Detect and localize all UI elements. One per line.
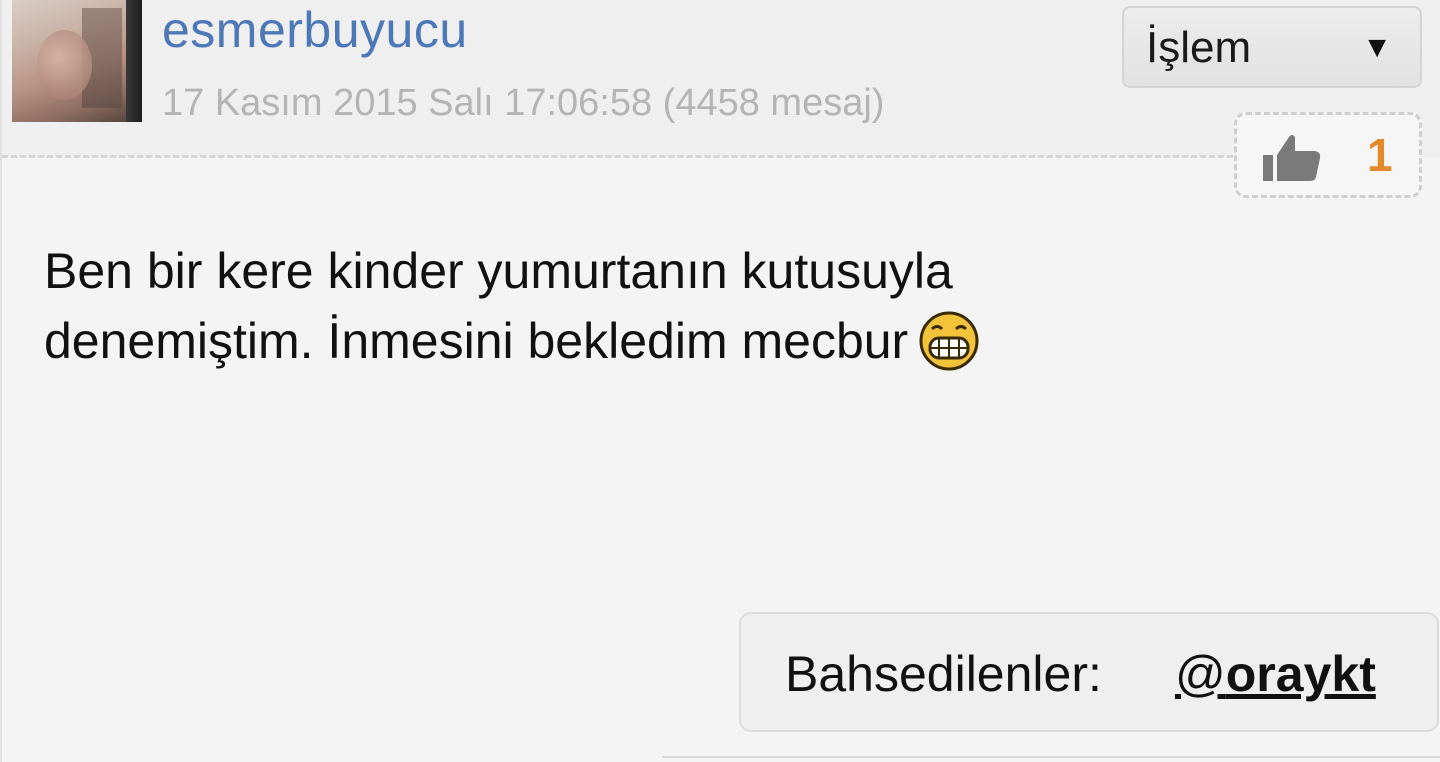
avatar-shape — [37, 30, 92, 100]
action-dropdown-label: İşlem — [1146, 23, 1252, 72]
forum-post: esmerbuyucu 17 Kasım 2015 Salı 17:06:58 … — [0, 0, 1440, 762]
avatar[interactable] — [12, 0, 142, 122]
post-body-line: denemiştim. İnmesini bekledim mecbur — [44, 306, 1244, 376]
bottom-divider — [662, 756, 1440, 762]
like-button[interactable]: 1 — [1234, 112, 1422, 198]
post-header: esmerbuyucu 17 Kasım 2015 Salı 17:06:58 … — [2, 0, 1440, 158]
mention-at: @ — [1175, 646, 1226, 702]
author-username[interactable]: esmerbuyucu — [162, 0, 468, 60]
post-body-text: denemiştim. İnmesini bekledim mecbur — [44, 313, 909, 369]
header-divider — [2, 155, 1242, 158]
mention-handle: oraykt — [1225, 646, 1376, 702]
thumbs-up-icon — [1263, 135, 1321, 181]
post-body: Ben bir kere kinder yumurtanın kutusuyla… — [44, 236, 1244, 376]
action-dropdown[interactable]: İşlem ▼ — [1122, 6, 1422, 88]
avatar-shade — [126, 0, 142, 122]
mentions-box: Bahsedilenler: @oraykt — [739, 612, 1439, 732]
grinning-face-icon — [919, 311, 979, 371]
post-meta: 17 Kasım 2015 Salı 17:06:58 (4458 mesaj) — [162, 82, 885, 124]
like-count: 1 — [1367, 129, 1393, 181]
mentions-label: Bahsedilenler: — [785, 646, 1102, 702]
chevron-down-icon: ▼ — [1362, 31, 1392, 64]
mention-link[interactable]: @oraykt — [1175, 644, 1376, 704]
post-body-line: Ben bir kere kinder yumurtanın kutusuyla — [44, 243, 953, 299]
